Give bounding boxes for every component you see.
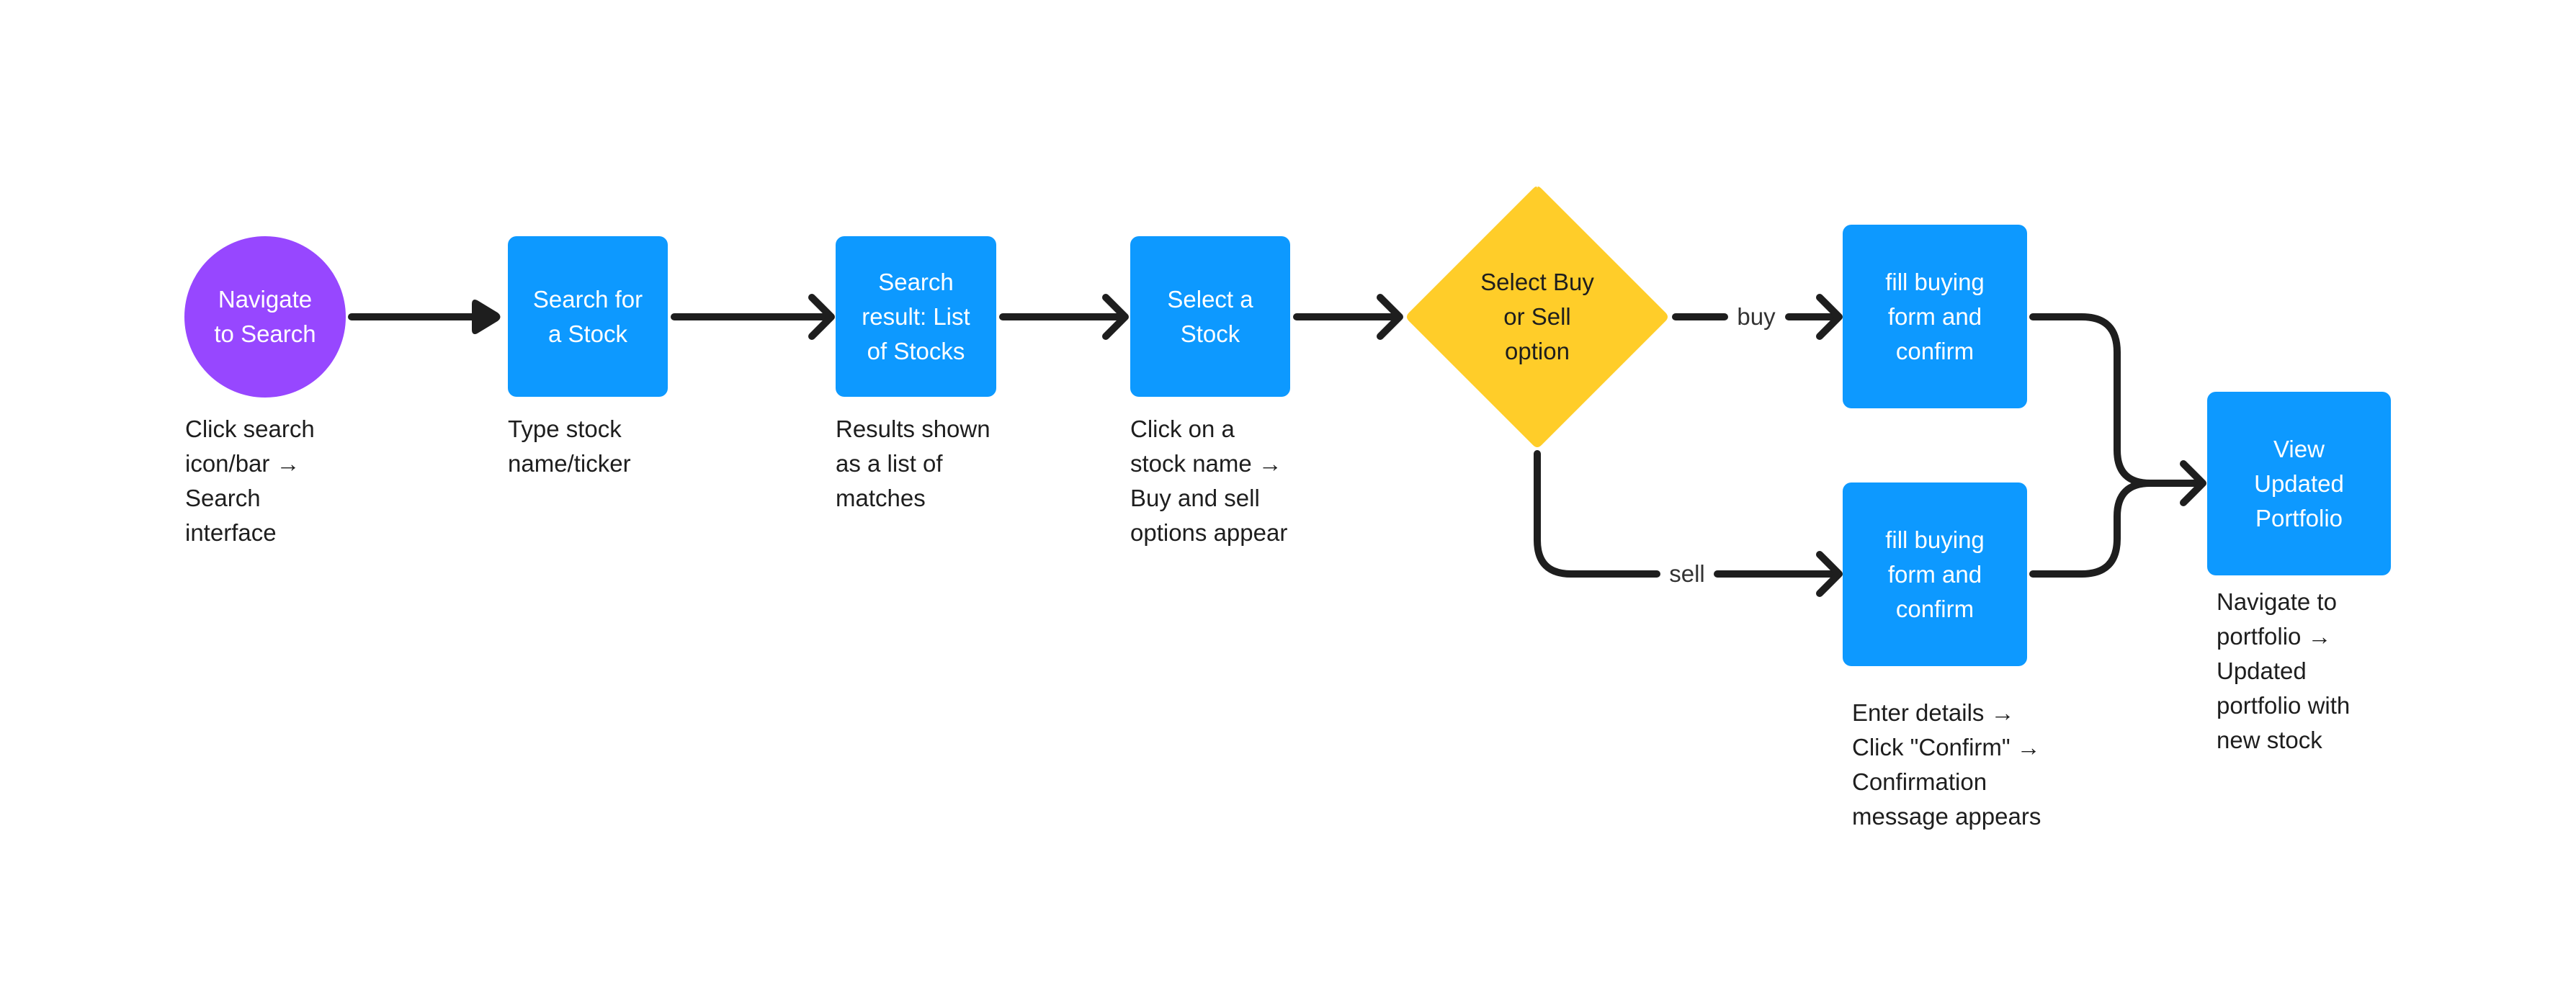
start-node-caption: Click search icon/bar → Search interface xyxy=(185,416,315,546)
select-node-label: Select a Stock xyxy=(1167,285,1253,347)
start-node-label: Navigate to Search xyxy=(214,286,316,347)
process-node-search-stock[interactable]: Search for a Stock xyxy=(508,236,668,397)
process-node-search-results[interactable]: Search result: List of Stocks xyxy=(836,236,996,397)
edge-label-buy: buy xyxy=(1732,302,1780,331)
portfolio-node-caption: Navigate to portfolio → Updated portfoli… xyxy=(2217,588,2351,753)
process-node-select-stock[interactable]: Select a Stock xyxy=(1130,236,1290,397)
select-node-caption: Click on a stock name → Buy and sell opt… xyxy=(1130,416,1288,546)
process-node-view-portfolio[interactable]: View Updated Portfolio xyxy=(2207,392,2391,575)
sell-form-node-label: fill buying form and confirm xyxy=(1885,526,1985,622)
sell-form-node-caption: Enter details → Click "Confirm" → Confir… xyxy=(1852,699,2041,830)
process-node-buy-form[interactable]: fill buying form and confirm xyxy=(1843,225,2027,408)
buy-form-node-label: fill buying form and confirm xyxy=(1885,268,1985,364)
search-node-caption: Type stock name/ticker xyxy=(508,416,631,477)
search-node-label: Search for a Stock xyxy=(532,285,643,347)
flow-diagram-canvas: Navigate to Search Click search icon/bar… xyxy=(0,0,2576,1001)
edge-buy-to-portfolio xyxy=(2029,313,2205,487)
edge-sell-to-portfolio xyxy=(2029,480,2154,578)
edge-label-sell: sell xyxy=(1665,560,1709,588)
portfolio-node-label: View Updated Portfolio xyxy=(2254,435,2344,531)
start-node-navigate-to-search[interactable]: Navigate to Search xyxy=(184,236,346,398)
decision-node-label: Select Buy or Sell option xyxy=(1480,269,1594,364)
results-node-label: Search result: List of Stocks xyxy=(862,268,970,364)
process-node-sell-form[interactable]: fill buying form and confirm xyxy=(1843,482,2027,666)
arrowhead-filled-icon xyxy=(472,300,501,334)
connectors-layer xyxy=(348,187,2206,597)
results-node-caption: Results shown as a list of matches xyxy=(836,416,990,511)
edge-decision-to-sell-a xyxy=(1534,450,1660,578)
